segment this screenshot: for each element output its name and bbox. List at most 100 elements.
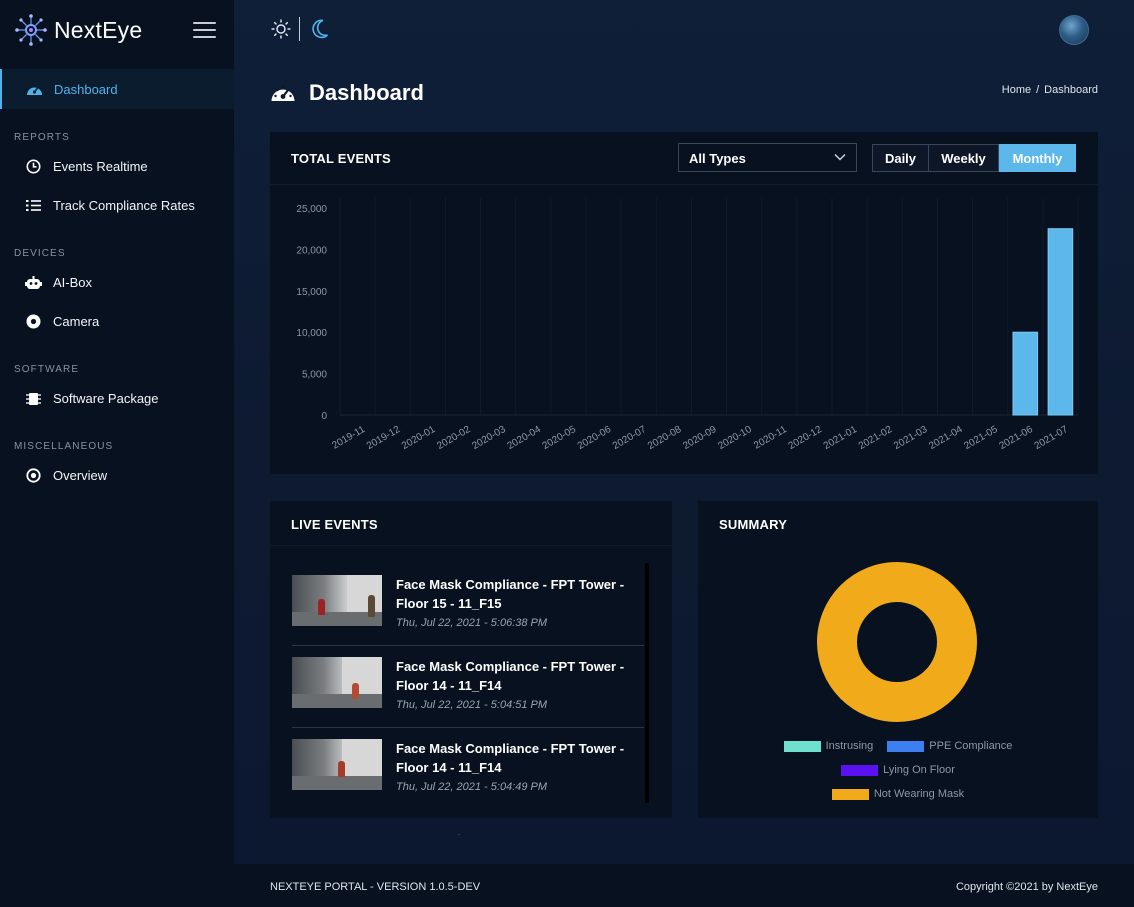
live-events-card: LIVE EVENTS Face Mask Compliance - FPT T…: [270, 501, 672, 818]
period-monthly-button[interactable]: Monthly: [999, 144, 1076, 172]
moon-icon[interactable]: [311, 19, 329, 39]
x-tick-label: 2021-01: [822, 424, 860, 452]
x-tick-label: 2020-07: [611, 424, 649, 452]
x-tick-label: 2021-05: [962, 424, 1000, 452]
breadcrumb-separator: /: [1036, 84, 1040, 96]
event-thumbnail[interactable]: [292, 739, 382, 790]
legend-swatch: [887, 740, 925, 752]
bar-chart: 0 5,000 10,000 15,000 20,000 25,000 2019-11201…: [296, 198, 1079, 452]
footer: NEXTEYE PORTAL - VERSION 1.0.5-DEV Copyr…: [234, 864, 1134, 907]
x-tick-label: 2020-11: [752, 424, 789, 452]
footer-copyright: Copyright ©2021 by NextEye: [955, 881, 1098, 893]
card-title: TOTAL EVENTS: [291, 151, 391, 166]
sidebar-item-label: Dashboard: [54, 81, 118, 97]
target-icon: [24, 467, 42, 485]
sun-icon[interactable]: [271, 19, 291, 39]
legend-item-lying-on-floor[interactable]: Lying On Floor: [841, 764, 955, 776]
x-tick-label: 2021-06: [997, 424, 1035, 452]
sidebar-item-dashboard[interactable]: Dashboard: [0, 69, 234, 109]
x-tick-label: 2021-02: [857, 424, 895, 452]
sidebar-item-label: Events Realtime: [53, 159, 148, 174]
sidebar-item-events-realtime[interactable]: Events Realtime: [0, 147, 234, 186]
legend-label: Instrusing: [825, 740, 874, 752]
sidebar-item-software-package[interactable]: Software Package: [0, 379, 234, 418]
period-daily-button[interactable]: Daily: [872, 144, 929, 172]
sidebar-item-label: AI-Box: [53, 275, 93, 290]
legend-label: Lying On Floor: [883, 764, 955, 776]
live-events-header: LIVE EVENTS: [270, 501, 672, 546]
x-tick-label: 2020-06: [576, 424, 614, 452]
total-events-chart: 0 5,000 10,000 15,000 20,000 25,000 2019-11 201…: [270, 186, 1098, 474]
x-tick-label: 2020-12: [787, 424, 825, 452]
summary-donut-chart: [817, 562, 977, 722]
live-events-scrollbar[interactable]: [645, 563, 649, 803]
event-type-select[interactable]: All Types: [678, 143, 857, 172]
sidebar-item-ai-box[interactable]: AI-Box: [0, 263, 234, 302]
clock-icon: [24, 158, 42, 176]
bar-2021-06[interactable]: [1012, 331, 1039, 416]
nav-section-reports: REPORTS: [14, 132, 70, 143]
list-item[interactable]: Face Mask Compliance - FPT Tower - Floor…: [292, 564, 644, 646]
footer-version: NEXTEYE PORTAL - VERSION 1.0.5-DEV: [270, 881, 481, 893]
camera-icon: [24, 313, 42, 331]
breadcrumb-current: Dashboard: [1044, 84, 1098, 96]
brand: NextEye: [0, 0, 234, 60]
y-tick-label: 10,000: [296, 328, 327, 339]
card-title: LIVE EVENTS: [291, 517, 378, 532]
avatar[interactable]: [1059, 15, 1089, 45]
x-tick-label: 2020-10: [716, 424, 754, 452]
x-tick-label: 2020-05: [541, 424, 579, 452]
list-item[interactable]: Face Mask Compliance - FPT Tower - Floor…: [292, 646, 644, 728]
nav-section-software: SOFTWARE: [14, 364, 80, 375]
y-tick-label: 15,000: [296, 287, 327, 298]
event-thumbnail[interactable]: [292, 657, 382, 708]
sidebar-item-label: Overview: [53, 468, 108, 483]
x-tick-label: 2019-11: [330, 424, 367, 452]
legend-item-not-wearing-mask[interactable]: Not Wearing Mask: [831, 788, 964, 800]
summary-header: SUMMARY: [698, 501, 1098, 546]
sidebar-item-overview[interactable]: Overview: [0, 456, 234, 495]
donut-segment-not-wearing-mask[interactable]: [817, 562, 977, 722]
list-item[interactable]: Face Mask Compliance - FPT Tower - Floor…: [292, 728, 644, 810]
card-title: SUMMARY: [719, 517, 788, 532]
event-title: Face Mask Compliance - FPT Tower - Floor…: [396, 577, 625, 611]
x-tick-label: 2020-03: [470, 424, 508, 452]
total-events-header: TOTAL EVENTS All Types Daily Weekly Mont…: [270, 132, 1098, 185]
breadcrumb-home-link[interactable]: Home: [1002, 84, 1031, 96]
dashboard-gauge-icon: [25, 80, 43, 98]
live-events-list: Face Mask Compliance - FPT Tower - Floor…: [292, 564, 644, 810]
x-tick-label: 2020-09: [681, 424, 719, 452]
y-tick-label: 20,000: [296, 245, 327, 256]
period-weekly-button[interactable]: Weekly: [929, 144, 999, 172]
event-thumbnail[interactable]: [292, 575, 382, 626]
theme-divider: [299, 17, 300, 41]
total-events-card: TOTAL EVENTS All Types Daily Weekly Mont…: [270, 132, 1098, 474]
x-tick-label: 2020-08: [646, 424, 684, 452]
page-title: Dashboard: [309, 80, 424, 105]
brand-name: NextEye: [54, 16, 143, 43]
legend-item-ppe-compliance[interactable]: PPE Compliance: [887, 740, 1012, 752]
x-tick-label: 2021-03: [892, 424, 930, 452]
x-tick-label: 2019-12: [365, 424, 403, 452]
topbar: [234, 0, 1134, 60]
sidebar-item-label: Track Compliance Rates: [53, 198, 195, 213]
event-time: Thu, Jul 22, 2021 - 5:06:38 PM: [396, 617, 548, 629]
breadcrumb: Home / Dashboard: [1002, 84, 1098, 96]
bar-2021-07[interactable]: [1047, 228, 1074, 416]
y-tick-label: 0: [321, 411, 327, 422]
legend-swatch: [783, 740, 821, 752]
event-title: Face Mask Compliance - FPT Tower - Floor…: [396, 659, 625, 693]
page-header: Dashboard Home / Dashboard: [270, 78, 1098, 108]
sidebar-item-track-compliance-rates[interactable]: Track Compliance Rates: [0, 186, 234, 225]
legend-item-instrusing[interactable]: Instrusing: [783, 740, 874, 752]
event-time: Thu, Jul 22, 2021 - 5:04:51 PM: [396, 699, 548, 711]
legend-swatch: [831, 788, 869, 800]
period-toggle: Daily Weekly Monthly: [872, 144, 1076, 172]
menu-toggle-icon[interactable]: [193, 22, 216, 39]
x-tick-label: 2021-04: [927, 424, 965, 452]
summary-card: SUMMARY Instrusing PPE Compliance Lying …: [698, 501, 1098, 818]
dashboard-gauge-icon: [271, 85, 295, 101]
sidebar-item-camera[interactable]: Camera: [0, 302, 234, 341]
chevron-down-icon: [834, 153, 846, 161]
chip-icon: [24, 390, 42, 408]
